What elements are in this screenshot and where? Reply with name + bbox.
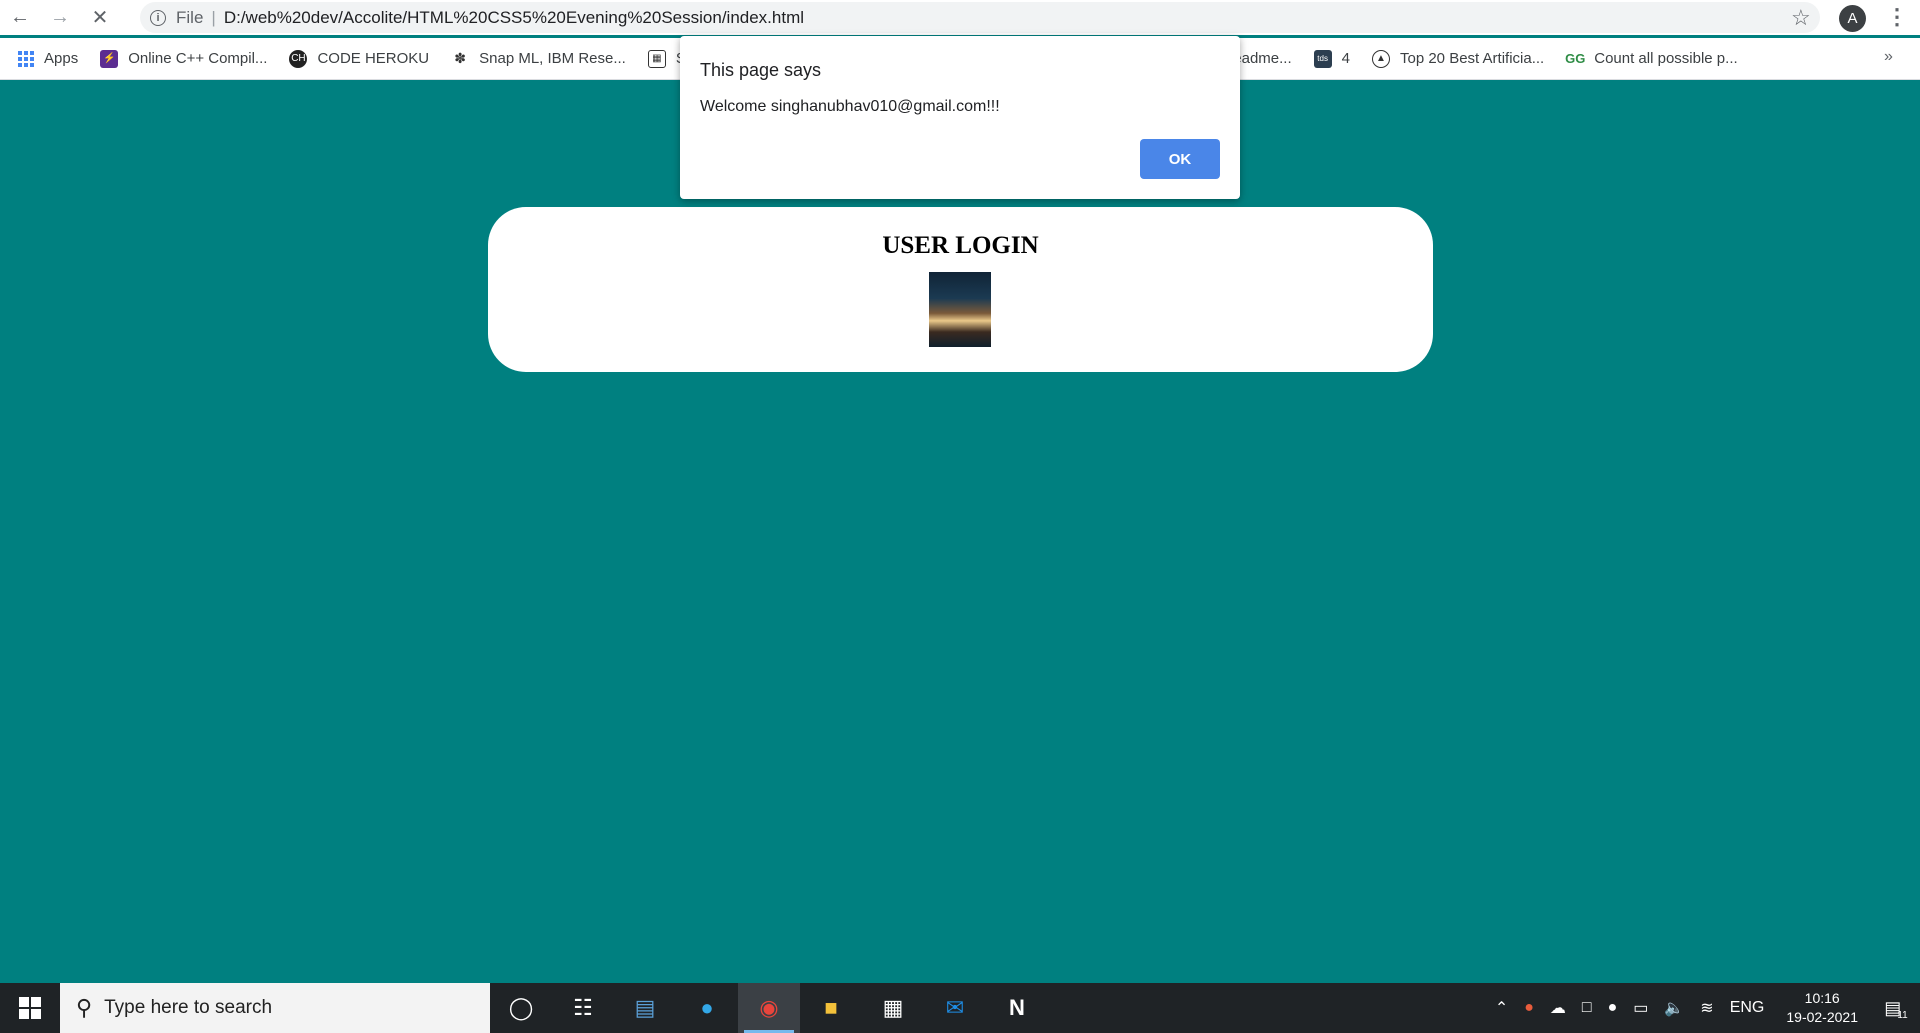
chrome-icon: ◉	[759, 995, 779, 1020]
search-placeholder: Type here to search	[104, 997, 273, 1018]
stop-loading-button[interactable]: ✕	[80, 0, 120, 35]
kebab-menu-icon[interactable]: ⋮	[1886, 4, 1908, 30]
bookmark-label: CODE HEROKU	[317, 50, 430, 67]
dialog-title: This page says	[700, 60, 822, 80]
taskbar-app-file-explorer[interactable]: ■	[800, 983, 862, 1033]
bookmark-label: Apps	[44, 50, 79, 67]
clock-date: 19-02-2021	[1786, 1009, 1858, 1025]
url-text[interactable]: D:/web%20dev/Accolite/HTML%20CSS5%20Even…	[224, 8, 804, 28]
taskbar-app-edge[interactable]: ●	[676, 983, 738, 1033]
url-scheme-label: File	[176, 7, 204, 27]
bookmark-count-all[interactable]: GG Count all possible p...	[1565, 49, 1738, 68]
bookmark-label: Top 20 Best Artificia...	[1399, 50, 1545, 67]
start-button[interactable]	[0, 983, 60, 1033]
laptop-icon: ▤	[634, 995, 656, 1020]
taskbar-app-laptop[interactable]: ▤	[614, 983, 676, 1033]
notification-count: 11	[1897, 1009, 1908, 1021]
chevron-up-icon[interactable]: ⌃	[1495, 998, 1508, 1018]
geeksforgeeks-icon: GG	[1565, 49, 1586, 68]
alert-dialog: This page says Welcome singhanubhav010@g…	[680, 36, 1240, 199]
taskbar-search-input[interactable]: ⚲ Type here to search	[60, 983, 490, 1033]
system-tray: ⌃ ● ☁ □ ● ▭ 🔈 ≋ ENG 10:16 19-02-2021 ▤ 1…	[1487, 983, 1920, 1033]
browser-toolbar: ← → ✕ i File | D:/web%20dev/Accolite/HTM…	[0, 0, 1920, 35]
forward-button[interactable]: →	[40, 0, 80, 35]
profile-avatar[interactable]: A	[1839, 5, 1866, 32]
bookmark-snap-ml[interactable]: ✽ Snap ML, IBM Rese...	[451, 49, 626, 68]
taskbar-clock[interactable]: 10:16 19-02-2021	[1786, 989, 1858, 1027]
clock-time: 10:16	[1804, 990, 1840, 1006]
ok-button[interactable]: OK	[1140, 139, 1220, 179]
dialog-message: Welcome singhanubhav010@gmail.com!!!	[700, 98, 1000, 115]
bookmark-star-icon[interactable]: ☆	[1791, 5, 1811, 31]
chevron-double-right-icon[interactable]: »	[1884, 48, 1893, 66]
bookmark-online-cpp[interactable]: ⚡ Online C++ Compil...	[100, 49, 268, 68]
arrow-left-icon: ←	[10, 6, 30, 28]
arrow-right-icon: →	[50, 6, 70, 28]
login-image	[929, 272, 991, 347]
login-card: USER LOGIN	[488, 207, 1433, 372]
login-title: USER LOGIN	[882, 232, 1039, 259]
task-view-icon: ☷	[573, 995, 593, 1020]
task-view-button[interactable]: ☷	[552, 983, 614, 1033]
ibm-icon: ✽	[451, 49, 470, 68]
taskbar-app-mail[interactable]: ✉	[924, 983, 986, 1033]
speaker-icon[interactable]: 🔈	[1664, 998, 1684, 1018]
close-icon: ✕	[91, 7, 109, 29]
battery-icon[interactable]: ▭	[1633, 998, 1648, 1018]
notification-center-button[interactable]: ▤ 11	[1872, 983, 1920, 1033]
lightning-icon: ⚡	[100, 49, 119, 68]
address-bar[interactable]: i File | D:/web%20dev/Accolite/HTML%20CS…	[140, 2, 1820, 33]
search-icon: ⚲	[76, 995, 93, 1020]
mail-icon: ✉	[945, 995, 965, 1020]
wifi-icon[interactable]: ≋	[1700, 998, 1713, 1018]
language-indicator[interactable]: ENG	[1730, 999, 1765, 1017]
triangle-logo-icon: ▲	[1371, 49, 1390, 68]
tds-icon: tds	[1313, 49, 1332, 68]
taskbar-app-chrome[interactable]: ◉	[738, 983, 800, 1033]
bookmark-tds[interactable]: tds 4	[1313, 49, 1350, 68]
camera-icon[interactable]: □	[1582, 999, 1592, 1017]
onedrive-icon[interactable]: ☁	[1550, 998, 1566, 1018]
security-alert-icon[interactable]: ●	[1524, 999, 1534, 1017]
taskbar-app-notion[interactable]: N	[986, 983, 1048, 1033]
url-separator: |	[211, 7, 216, 27]
bookmark-apps[interactable]: Apps	[18, 50, 78, 67]
windows-logo-icon	[19, 997, 41, 1019]
bookmark-code-heroku[interactable]: CH CODE HEROKU	[289, 49, 430, 68]
bookmark-label: Snap ML, IBM Rese...	[479, 50, 626, 67]
folder-icon: ■	[824, 995, 838, 1020]
edge-icon: ●	[700, 995, 714, 1020]
bookmark-top-20-ai[interactable]: ▲ Top 20 Best Artificia...	[1371, 49, 1545, 68]
windows-taskbar: ⚲ Type here to search ◯ ☷ ▤ ● ◉ ■ ▦ ✉ N …	[0, 983, 1920, 1033]
microphone-icon[interactable]: ●	[1608, 999, 1618, 1017]
book-icon: ▦	[647, 49, 666, 68]
store-bag-icon: ▦	[882, 995, 904, 1020]
bookmark-label: Online C++ Compil...	[128, 50, 268, 67]
cortana-button[interactable]: ◯	[490, 983, 552, 1033]
code-heroku-icon: CH	[289, 49, 308, 68]
taskbar-app-store[interactable]: ▦	[862, 983, 924, 1033]
notion-icon: N	[1009, 995, 1025, 1020]
info-icon[interactable]: i	[150, 9, 166, 26]
apps-grid-icon	[18, 50, 34, 67]
back-button[interactable]: ←	[0, 0, 40, 35]
bookmark-label: Count all possible p...	[1594, 50, 1738, 67]
cortana-circle-icon: ◯	[508, 995, 534, 1020]
bookmark-label: 4	[1341, 50, 1350, 67]
